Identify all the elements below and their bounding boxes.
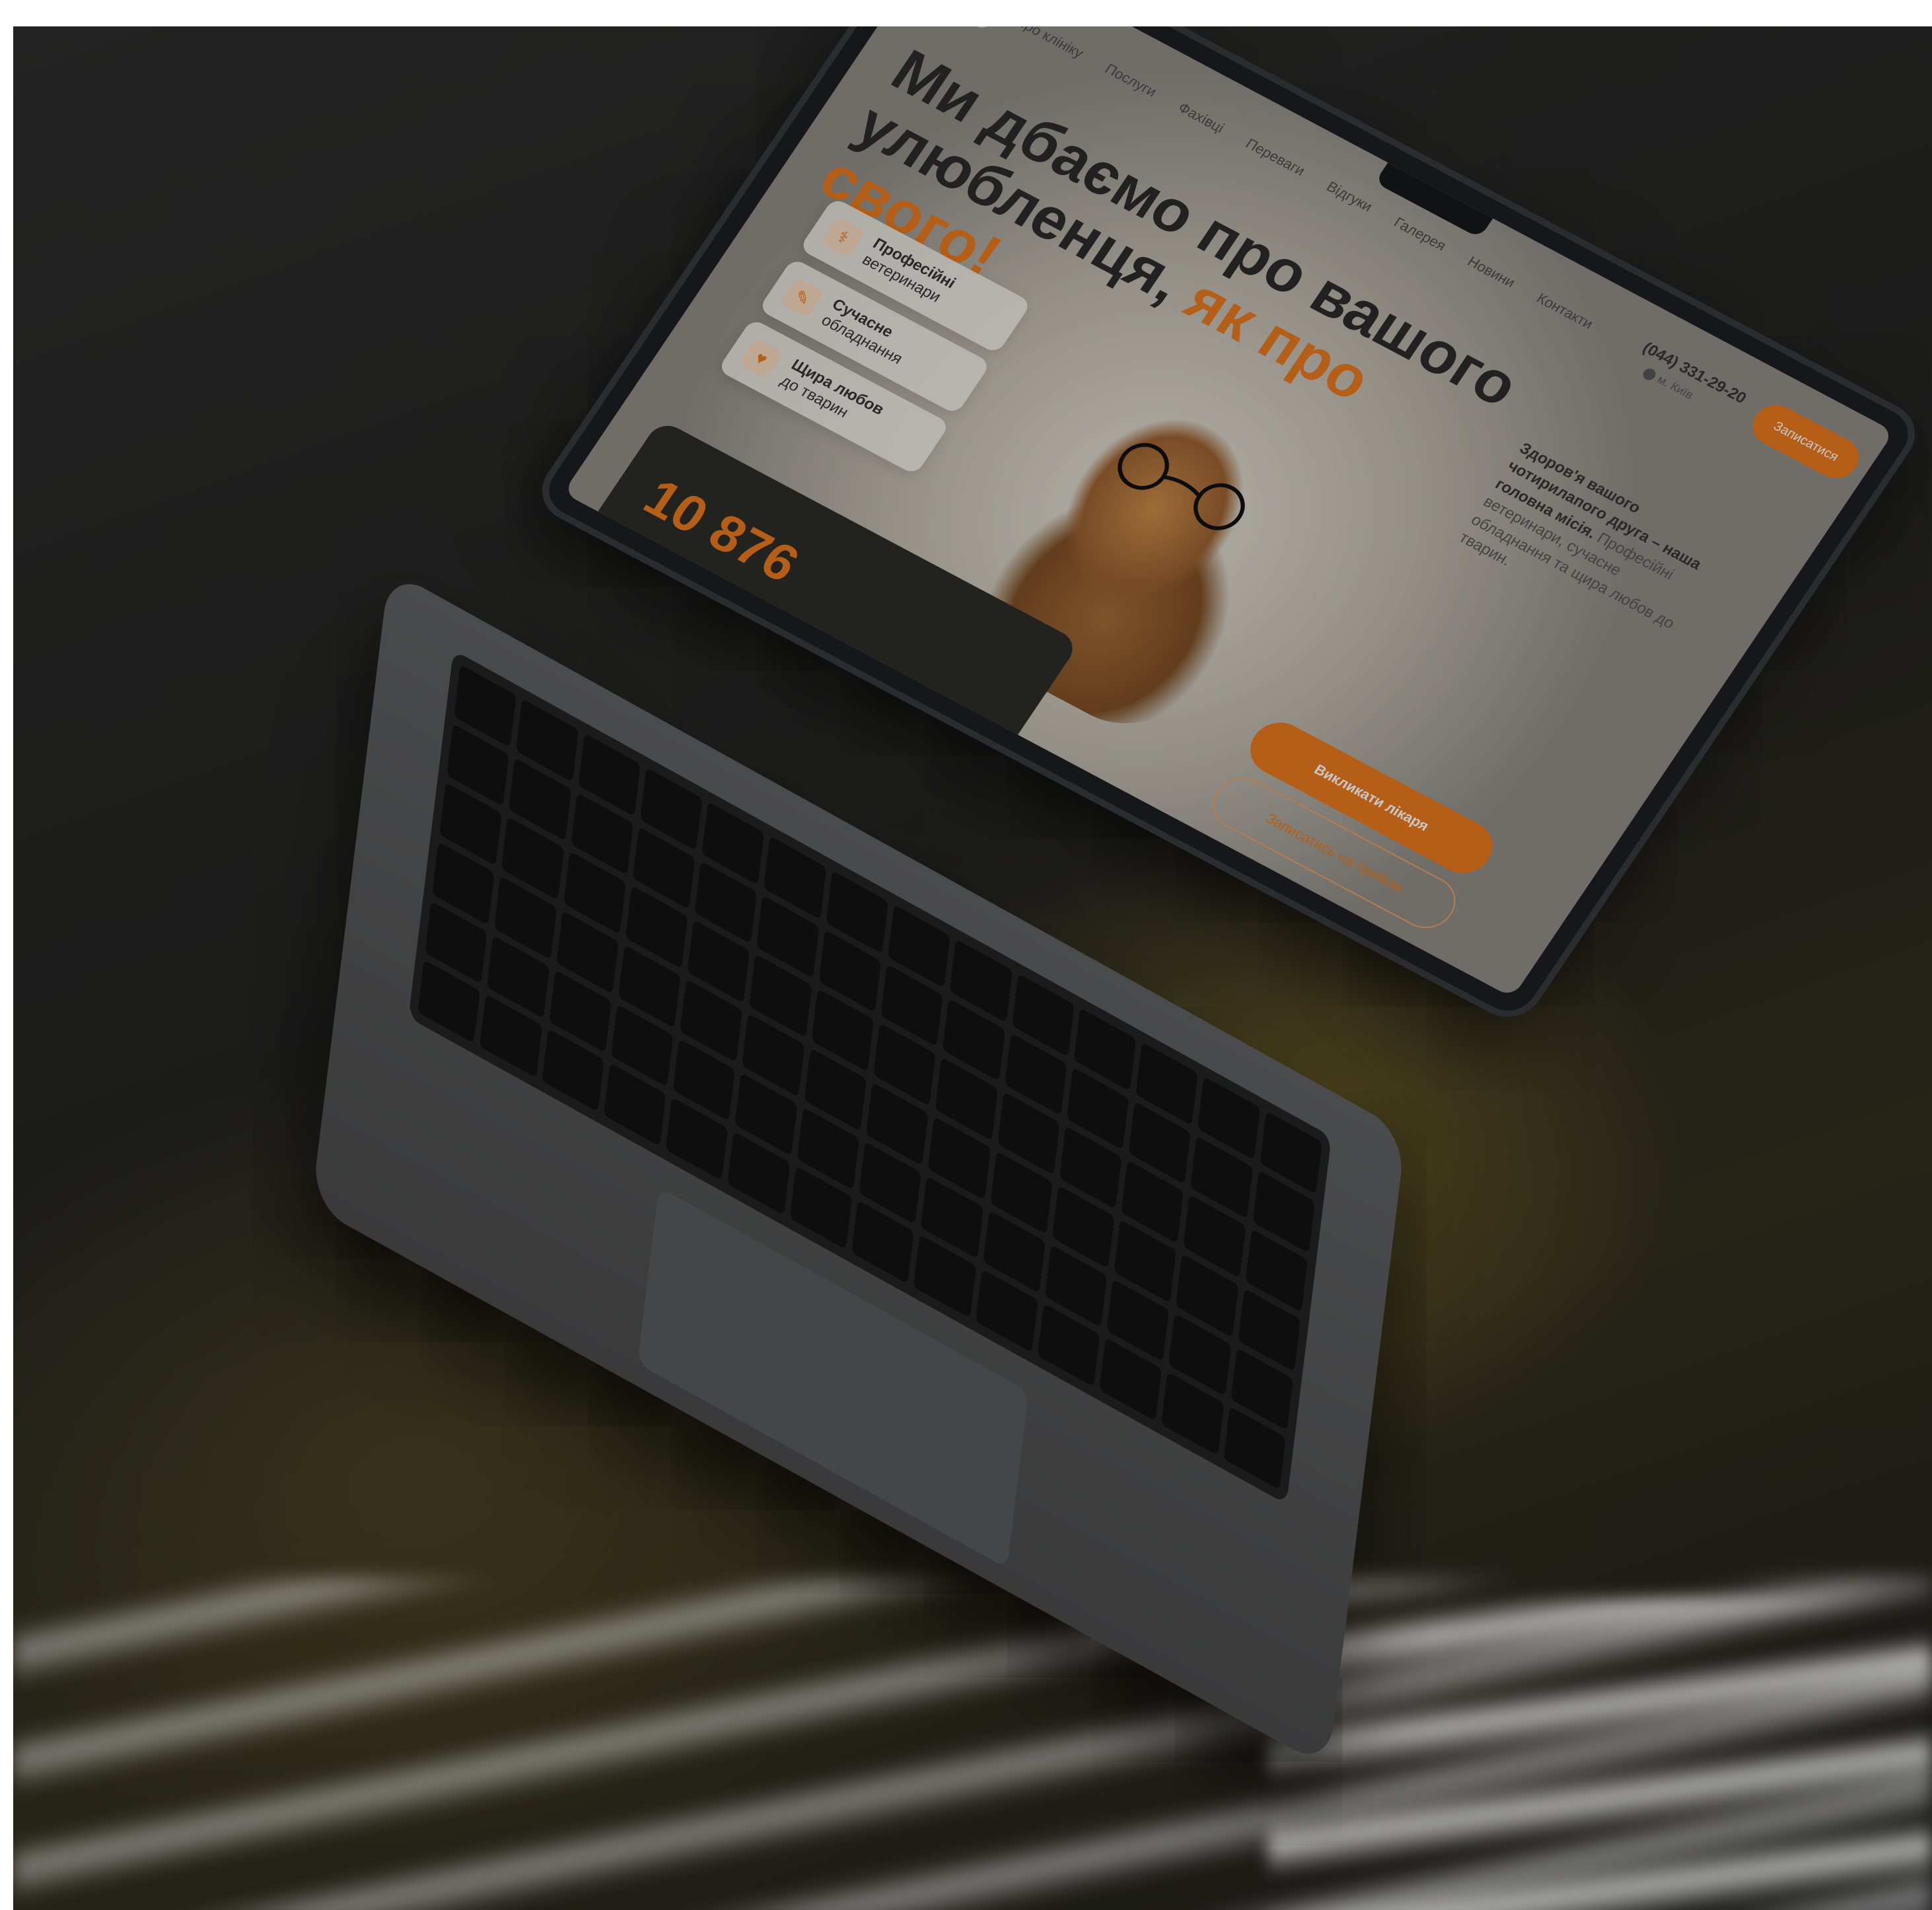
floor-light-right [1268, 1598, 1932, 1910]
hero-description: Здоров'я вашого чотирилапого друга – наш… [1454, 439, 1736, 657]
header-cta-button[interactable]: Записатися [1744, 398, 1868, 486]
nav-item[interactable]: Контакти [1533, 290, 1596, 333]
glasses-doodle [1118, 442, 1245, 530]
pen-icon: ✎ [779, 277, 826, 319]
scene: Про клініку Послуги Фахівці Переваги Від… [13, 26, 1932, 1910]
nav-item[interactable]: Відгуки [1323, 178, 1376, 215]
nav-item[interactable]: Фахівці [1174, 99, 1227, 136]
nav-item[interactable]: Новини [1464, 253, 1519, 291]
stats-number: 10 876 [633, 468, 810, 593]
nav-item[interactable]: Галерея [1390, 214, 1450, 254]
nav-item[interactable]: Переваги [1242, 135, 1308, 180]
heart-icon: ♥ [738, 337, 785, 379]
hearts-doodle-icon: ♡♡ [828, 646, 896, 701]
stethoscope-icon: ⚕ [820, 216, 867, 258]
nav-item[interactable]: Про клініку [1012, 26, 1087, 61]
hamster-image [818, 684, 983, 828]
logo[interactable] [945, 26, 1012, 31]
nav-item[interactable]: Послуги [1102, 60, 1160, 100]
